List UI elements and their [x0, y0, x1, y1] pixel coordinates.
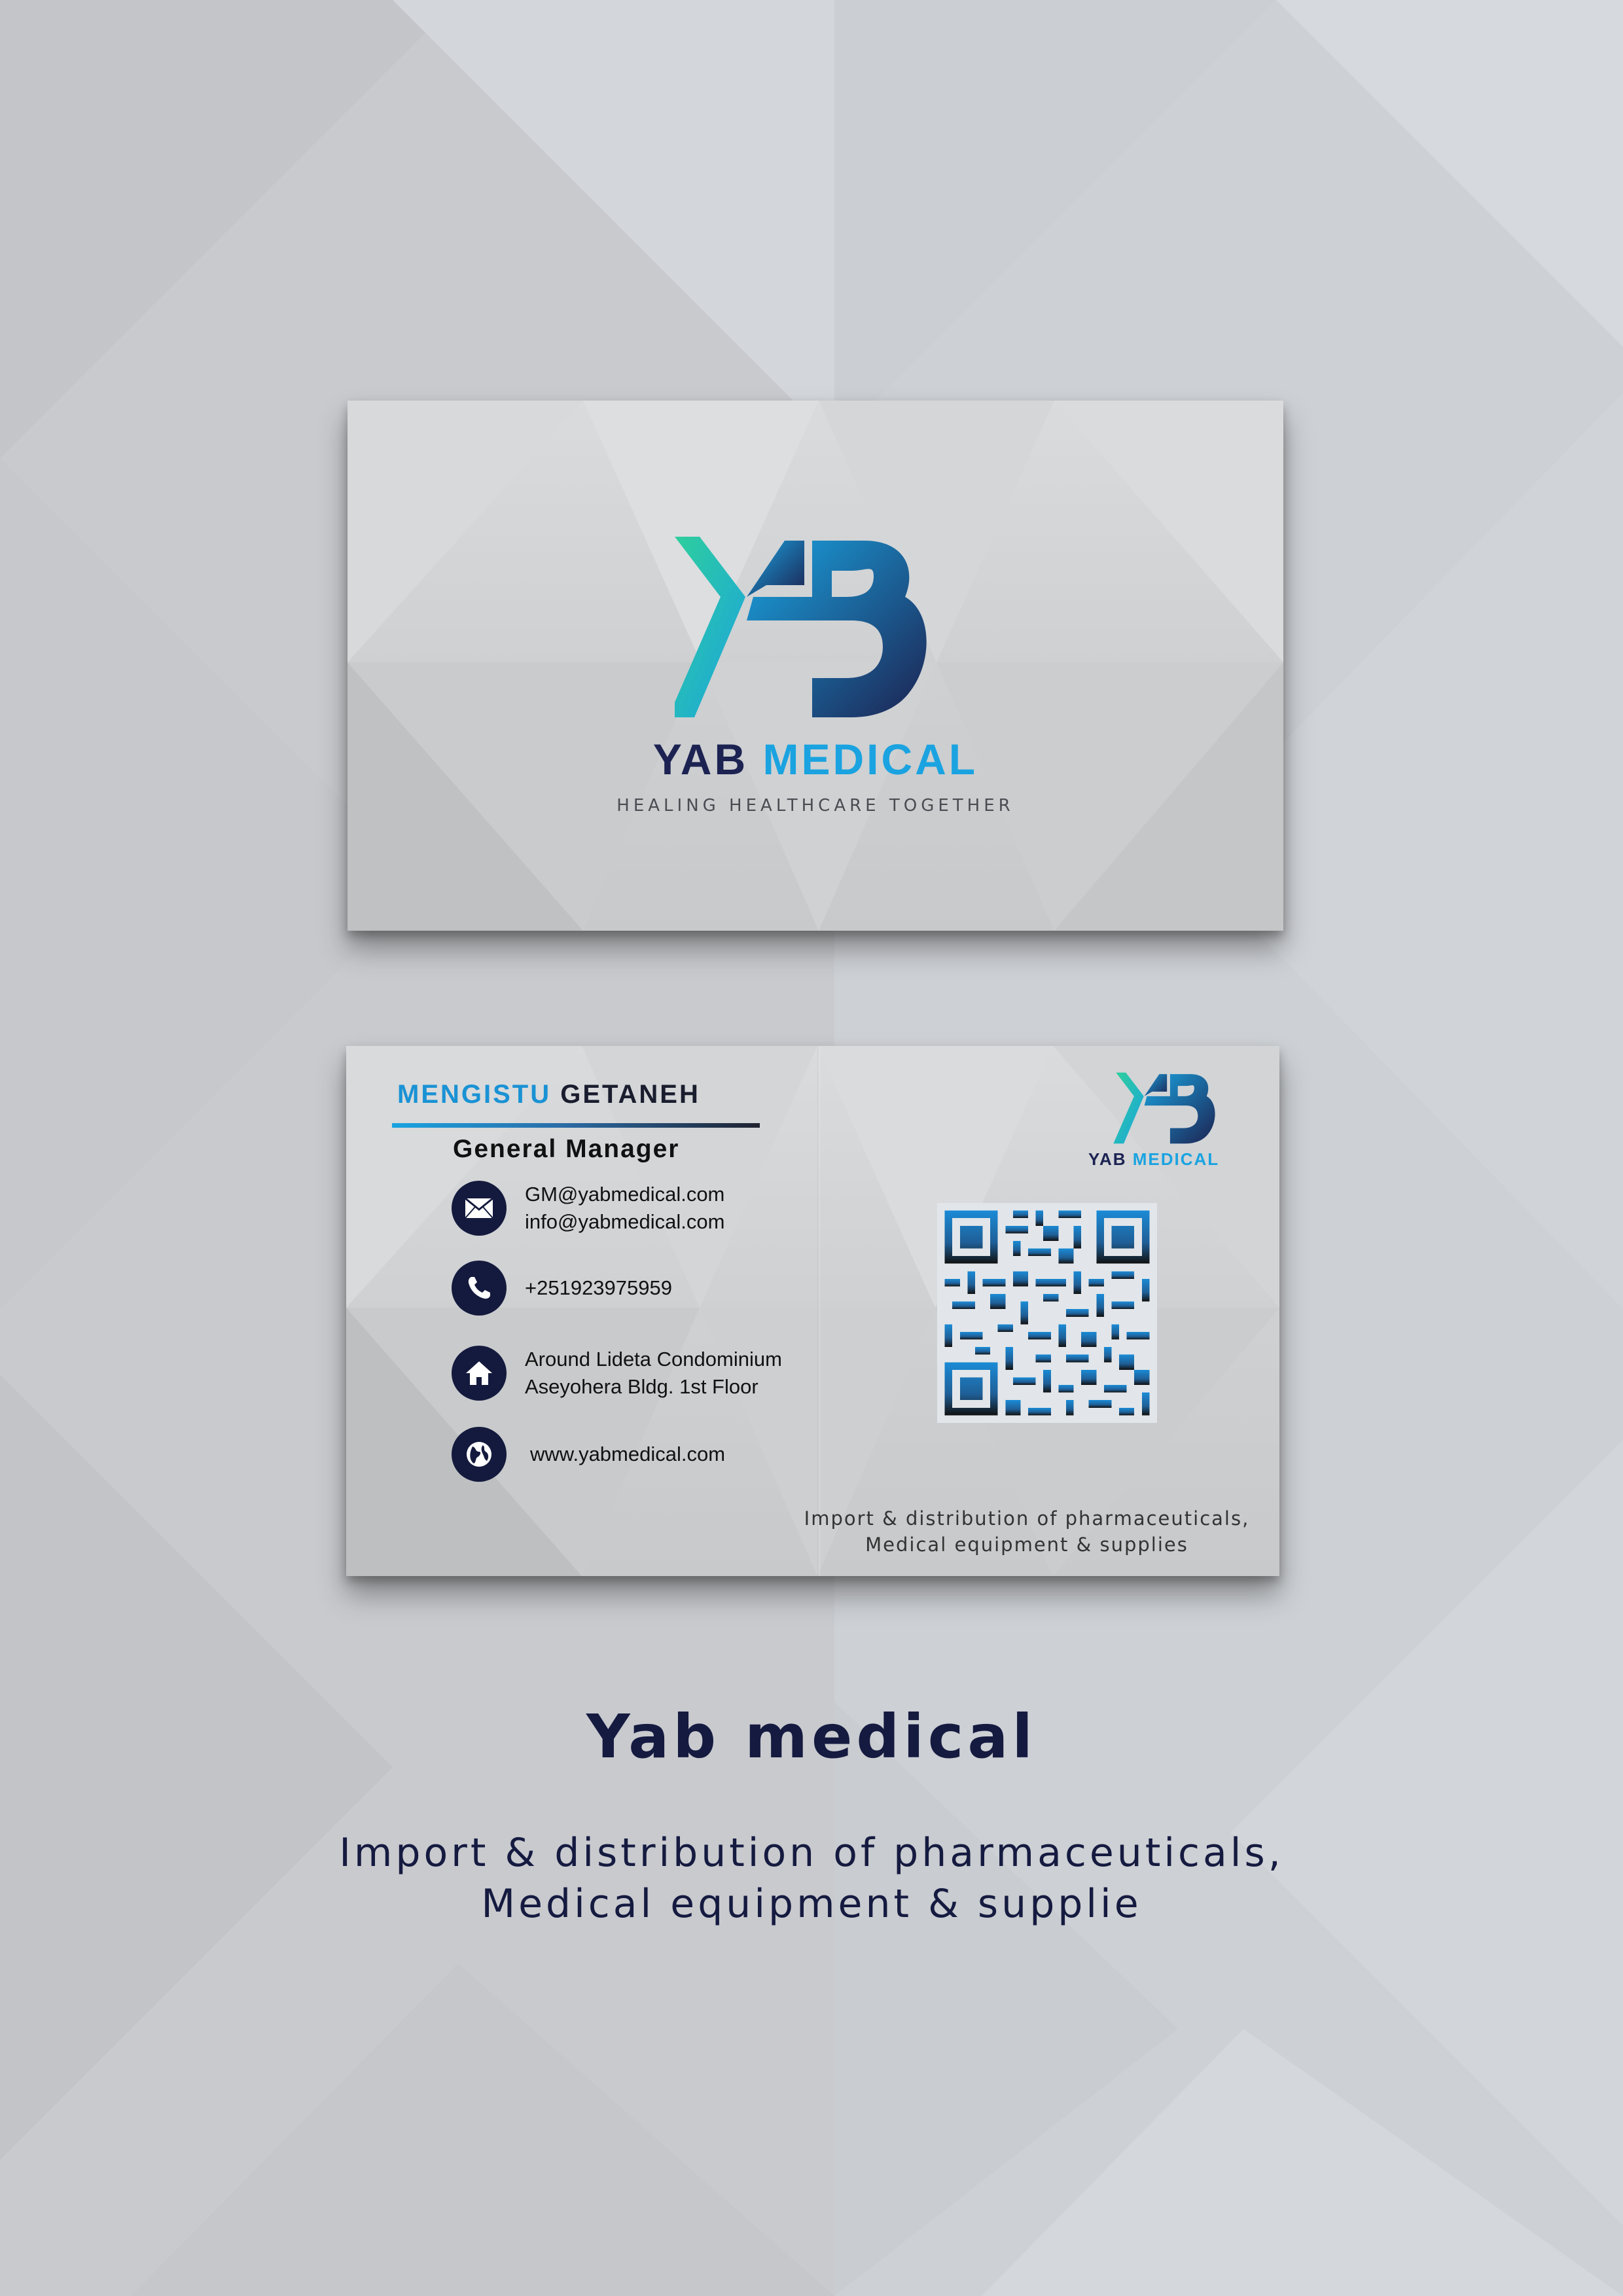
phone-icon	[452, 1261, 507, 1316]
person-name: MENGISTU GETANEH	[397, 1080, 700, 1109]
brand-name-part1: YAB	[652, 735, 749, 783]
email-secondary[interactable]: info@yabmedical.com	[525, 1208, 724, 1236]
qr-code[interactable]	[937, 1203, 1157, 1423]
phone-row: +251923975959	[452, 1261, 672, 1316]
caption-line-1: Import & distribution of pharmaceuticals…	[339, 1830, 1284, 1876]
brand-name-part2: MEDICAL	[762, 735, 978, 783]
business-card-back: MENGISTU GETANEH General Manager GM@yabm…	[346, 1046, 1279, 1576]
email-primary[interactable]: GM@yabmedical.com	[525, 1181, 724, 1208]
business-card-front: YAB MEDICAL HEALING HEALTHCARE TOGETHER	[348, 401, 1283, 931]
home-icon	[452, 1346, 507, 1401]
phone-number[interactable]: +251923975959	[525, 1274, 672, 1302]
email-row: GM@yabmedical.com info@yabmedical.com	[452, 1181, 724, 1236]
address-line-2: Aseyohera Bldg. 1st Floor	[525, 1375, 758, 1398]
brand-name: YAB MEDICAL	[348, 734, 1283, 784]
last-name: GETANEH	[560, 1080, 700, 1109]
yb-monogram-logo-small	[1113, 1072, 1215, 1144]
card-divider	[817, 1046, 820, 1576]
caption-line-2: Medical equipment & supplie	[481, 1881, 1142, 1927]
first-name: MENGISTU	[397, 1080, 552, 1109]
brand-name-small: YAB MEDICAL	[1088, 1149, 1219, 1170]
website-link[interactable]: www.yabmedical.com	[530, 1441, 725, 1468]
website-row: www.yabmedical.com	[452, 1427, 725, 1482]
services-line-2: Medical equipment & supplies	[865, 1534, 1188, 1556]
address-line-1: Around Lideta Condominium	[525, 1348, 782, 1371]
services-description: Import & distribution of pharmaceuticals…	[798, 1505, 1256, 1558]
brand-name-small-part2: MEDICAL	[1132, 1149, 1220, 1169]
yb-monogram-logo	[675, 537, 927, 717]
envelope-icon	[452, 1181, 507, 1236]
caption-subtitle: Import & distribution of pharmaceuticals…	[0, 1827, 1623, 1929]
globe-icon	[452, 1427, 507, 1482]
address-row: Around Lideta Condominium Aseyohera Bldg…	[452, 1346, 782, 1401]
caption-title: Yab medical	[586, 1702, 1037, 1772]
name-underline	[392, 1123, 760, 1128]
services-line-1: Import & distribution of pharmaceuticals…	[804, 1507, 1250, 1530]
brand-tagline: HEALING HEALTHCARE TOGETHER	[616, 796, 1014, 816]
brand-name-small-part1: YAB	[1088, 1149, 1127, 1169]
job-title: General Manager	[453, 1135, 680, 1163]
